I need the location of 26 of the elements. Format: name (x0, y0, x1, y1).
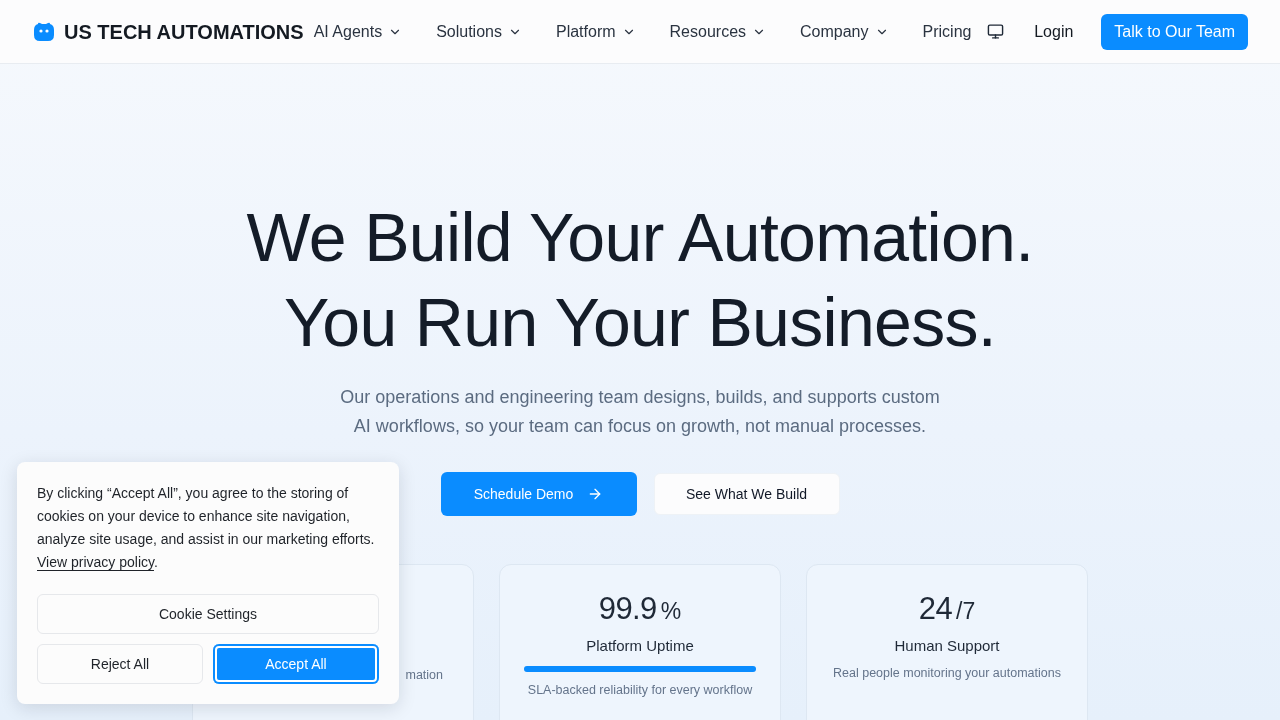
login-link[interactable]: Login (1034, 19, 1074, 44)
stat-value: 24 (918, 590, 953, 628)
nav-link[interactable]: Resources (669, 19, 767, 44)
monitor-icon[interactable] (987, 23, 1005, 40)
hero-heading: We Build Your Automation. You Run Your Business. (246, 198, 1034, 362)
nav-link[interactable]: Company (800, 19, 889, 44)
stat-description: SLA-backed reliability for every workflow (527, 682, 753, 699)
hero-subtitle: Our operations and engineering team designs, builds, and supports custom AI workflows, so your team can focus on growth, not manual processes. (339, 386, 941, 438)
stat-unit: % (660, 597, 682, 626)
nav-link[interactable]: AI Agents (313, 19, 403, 44)
reject-all-button[interactable]: Reject All (37, 644, 203, 684)
cookie-settings-button[interactable]: Cookie Settings (37, 594, 379, 634)
cookie-notice-text: By clicking “Accept All”, you agree to the storing of cookies on your device to enhance site navigation, analyze site usage, and assist in our marketing efforts. View privacy policy. (37, 484, 376, 572)
nav-link[interactable]: Solutions (436, 19, 522, 44)
stat-title: Human Support (894, 636, 1000, 656)
privacy-policy-link[interactable]: View privacy policy (37, 554, 154, 570)
stat-unit: /7 (956, 597, 976, 626)
stat-description: Real people monitoring your automations (833, 665, 1061, 682)
brand-name: US TECH AUTOMATIONS (64, 19, 304, 45)
secondary-button[interactable]: See What We Build (653, 473, 840, 515)
stat-title: Platform Uptime (586, 636, 694, 656)
nav-link[interactable]: Pricing (922, 19, 972, 44)
stat-description: mation (405, 667, 443, 684)
nav-link[interactable]: Platform (555, 19, 636, 44)
logo-icon (33, 20, 55, 43)
stat-value: 99.9 (598, 590, 657, 628)
